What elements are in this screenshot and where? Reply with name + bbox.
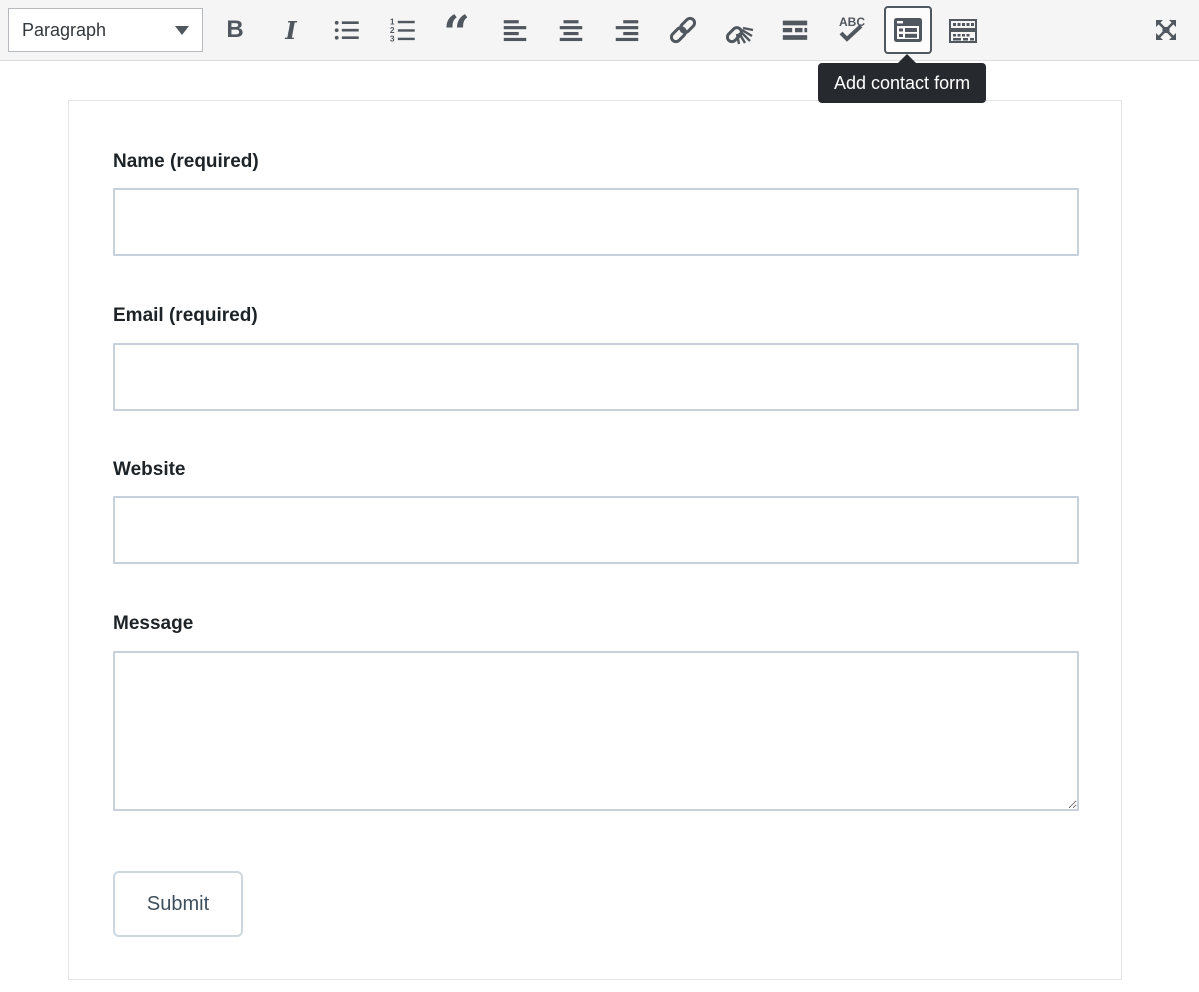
bold-icon: B — [226, 16, 243, 44]
align-center-button[interactable] — [554, 8, 588, 52]
align-left-icon — [500, 15, 530, 45]
add-contact-form-tooltip: Add contact form — [818, 63, 986, 103]
remove-link-button[interactable] — [722, 8, 756, 52]
blockquote-button[interactable]: “ — [442, 8, 476, 52]
svg-text:“: “ — [443, 13, 470, 47]
contact-form-preview: Name (required) Email (required) Website… — [68, 100, 1122, 980]
name-field-input[interactable] — [113, 188, 1079, 256]
blockquote-icon: “ — [442, 13, 476, 47]
add-contact-form-button[interactable] — [884, 6, 932, 54]
insert-link-button[interactable] — [666, 8, 700, 52]
italic-button[interactable]: I — [274, 8, 308, 52]
message-field-label: Message — [113, 612, 193, 636]
numbered-list-button[interactable]: 1 2 3 — [386, 8, 420, 52]
numbered-list-icon: 1 2 3 — [388, 15, 418, 45]
tooltip-text: Add contact form — [834, 73, 970, 94]
align-right-button[interactable] — [610, 8, 644, 52]
bulleted-list-icon — [332, 15, 362, 45]
svg-text:3: 3 — [390, 33, 395, 43]
message-field-textarea[interactable] — [113, 651, 1079, 811]
submit-button[interactable]: Submit — [113, 871, 243, 937]
toolbar-toggle-button[interactable] — [946, 8, 980, 52]
read-more-icon — [780, 15, 810, 45]
website-field-label: Website — [113, 458, 186, 482]
bulleted-list-button[interactable] — [330, 8, 364, 52]
align-right-icon — [612, 15, 642, 45]
name-field-label: Name (required) — [113, 150, 259, 174]
paragraph-style-value: Paragraph — [22, 20, 106, 41]
contact-form-icon — [891, 13, 925, 47]
align-left-button[interactable] — [498, 8, 532, 52]
unlink-icon — [723, 14, 755, 46]
fullscreen-button[interactable] — [1149, 8, 1183, 52]
keyboard-icon — [947, 14, 979, 46]
editor-toolbar: Paragraph B I 1 2 3 — [0, 0, 1199, 61]
bold-button[interactable]: B — [218, 8, 252, 52]
more-tag-button[interactable] — [778, 8, 812, 52]
spellcheck-icon: ABC — [834, 13, 868, 47]
website-field-input[interactable] — [113, 496, 1079, 564]
italic-icon: I — [285, 16, 296, 45]
align-center-icon — [556, 15, 586, 45]
chevron-down-icon — [175, 26, 189, 35]
spellcheck-button[interactable]: ABC — [834, 8, 868, 52]
link-icon — [667, 14, 699, 46]
fullscreen-icon — [1149, 13, 1183, 47]
email-field-input[interactable] — [113, 343, 1079, 411]
paragraph-style-select[interactable]: Paragraph — [8, 8, 203, 52]
email-field-label: Email (required) — [113, 304, 258, 328]
